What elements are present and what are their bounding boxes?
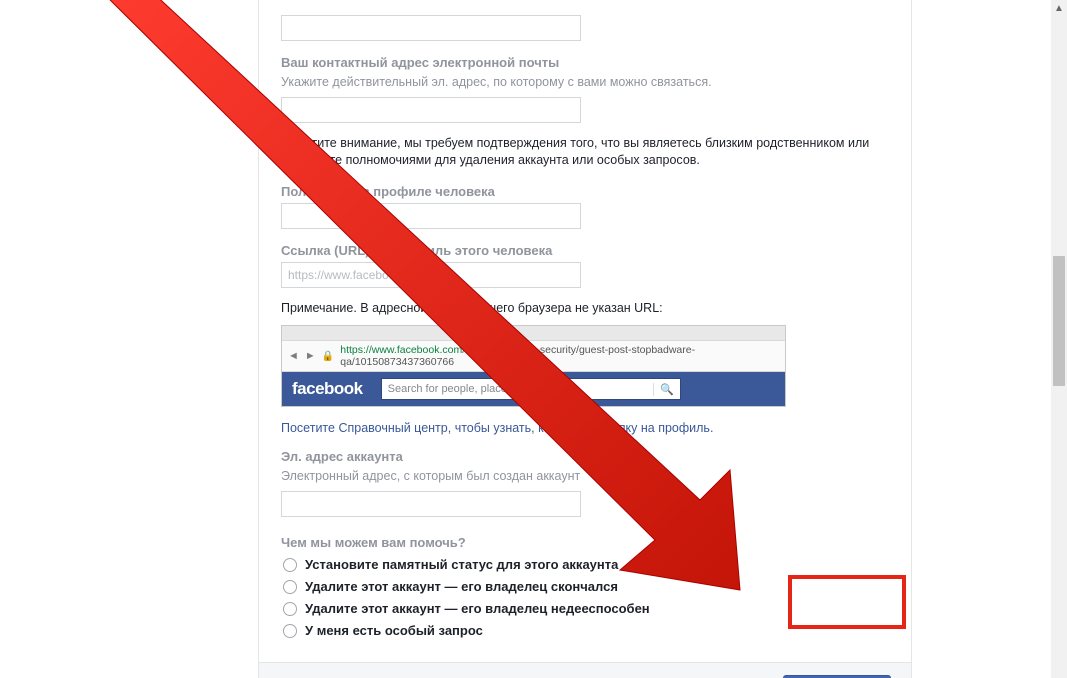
form-footer: Отправить [259,662,911,678]
option-label: Удалите этот аккаунт — его владелец скон… [305,579,618,594]
help-center-link[interactable]: Справочный центр [338,421,447,435]
option-special-request[interactable]: У меня есть особый запрос [283,623,889,638]
example-search-bar: Search for people, places and things 🔍 [381,378,681,400]
lock-icon: 🔒 [322,351,334,362]
nav-back-icon: ◄ [288,350,299,362]
help-center-link-line: Посетите Справочный центр, чтобы узнать,… [281,421,889,435]
full-name-input[interactable] [281,203,581,229]
scrollbar-arrow-up-icon[interactable]: ▲ [1051,0,1067,16]
account-email-hint: Электронный адрес, с которым был создан … [281,468,889,485]
facebook-logo: facebook [292,379,363,399]
contact-email-label: Ваш контактный адрес электронной почты [281,55,889,70]
example-caption: Примечание. В адресной строке вашего бра… [281,300,889,318]
radio-icon[interactable] [283,558,297,572]
nav-forward-icon: ► [305,350,316,362]
profile-url-input[interactable] [281,262,581,288]
scrollbar-track[interactable]: ▲ [1051,0,1067,678]
option-label: Удалите этот аккаунт — его владелец неде… [305,601,650,616]
contact-email-input[interactable] [281,97,581,123]
scrollbar-thumb[interactable] [1053,256,1065,386]
option-label: Установите памятный статус для этого акк… [305,557,618,572]
example-url: https://www.facebook.com/notes/facebook-… [340,344,779,368]
help-question-label: Чем мы можем вам помочь? [281,535,889,550]
search-icon: 🔍 [653,383,674,396]
account-email-input[interactable] [281,491,581,517]
browser-example: ◄ ► 🔒 https://www.facebook.com/notes/fac… [281,325,786,407]
profile-url-label: Ссылка (URL) на профиль этого человека [281,243,889,258]
full-name-label: Полное имя в профиле человека [281,184,889,199]
option-delete-incapacitated[interactable]: Удалите этот аккаунт — его владелец неде… [283,601,889,616]
radio-icon[interactable] [283,580,297,594]
contact-email-hint: Укажите действительный эл. адрес, по кот… [281,74,889,91]
option-delete-deceased[interactable]: Удалите этот аккаунт — его владелец скон… [283,579,889,594]
option-label: У меня есть особый запрос [305,623,483,638]
account-email-label: Эл. адрес аккаунта [281,449,889,464]
radio-icon[interactable] [283,624,297,638]
option-memorial[interactable]: Установите памятный статус для этого акк… [283,557,889,572]
name-input[interactable] [281,15,581,41]
notice-text: Обратите внимание, мы требуем подтвержде… [281,135,889,170]
form-card: Ваш контактный адрес электронной почты У… [258,0,912,678]
radio-icon[interactable] [283,602,297,616]
